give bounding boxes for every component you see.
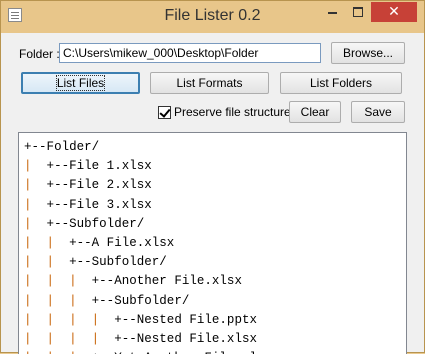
output-line: +--Folder/ <box>24 140 100 154</box>
output-line: | +--File 1.xlsx <box>24 159 152 174</box>
minimize-icon <box>327 12 337 14</box>
clear-button[interactable]: Clear <box>289 101 341 123</box>
close-icon: ✕ <box>388 3 400 19</box>
output-line: | | | +--Subfolder/ <box>24 293 190 308</box>
folder-label: Folder : <box>19 47 60 61</box>
output-line: | | | | +--Nested File.xlsx <box>24 332 257 346</box>
preserve-structure-label[interactable]: Preserve file structure <box>174 105 291 119</box>
maximize-button[interactable] <box>345 2 371 22</box>
list-files-label: List Files <box>55 75 106 91</box>
output-text-area[interactable]: +--Folder/ | +--File 1.xlsx | +--File 2.xl… <box>18 132 407 354</box>
close-button[interactable]: ✕ <box>371 2 417 22</box>
minimize-button[interactable] <box>319 2 345 22</box>
save-button[interactable]: Save <box>351 101 405 123</box>
title-bar[interactable]: File Lister 0.2 ✕ <box>1 1 424 33</box>
preserve-structure-checkbox[interactable] <box>158 106 171 119</box>
output-line: | | | +--Yet Another File.xlsx <box>24 349 272 354</box>
folder-path-input[interactable] <box>59 43 321 63</box>
output-line: | +--File 3.xlsx <box>24 197 152 212</box>
browse-button[interactable]: Browse... <box>331 42 405 64</box>
list-files-button[interactable]: List Files <box>21 72 140 94</box>
output-line: | | | | +--Nested File.pptx <box>24 312 257 327</box>
file-lister-window: File Lister 0.2 ✕ Folder : Browse... Lis… <box>0 0 425 354</box>
output-line: | +--File 2.xlsx <box>24 178 152 193</box>
output-line: | | +--Subfolder/ <box>24 255 167 270</box>
list-folders-button[interactable]: List Folders <box>280 72 402 94</box>
maximize-icon <box>353 7 363 17</box>
checkmark-icon <box>159 106 171 118</box>
output-line: | | +--A File.xlsx <box>24 236 175 250</box>
output-line: | +--Subfolder/ <box>24 216 145 231</box>
list-formats-button[interactable]: List Formats <box>150 72 269 94</box>
output-line: | | | +--Another File.xlsx <box>24 274 242 289</box>
